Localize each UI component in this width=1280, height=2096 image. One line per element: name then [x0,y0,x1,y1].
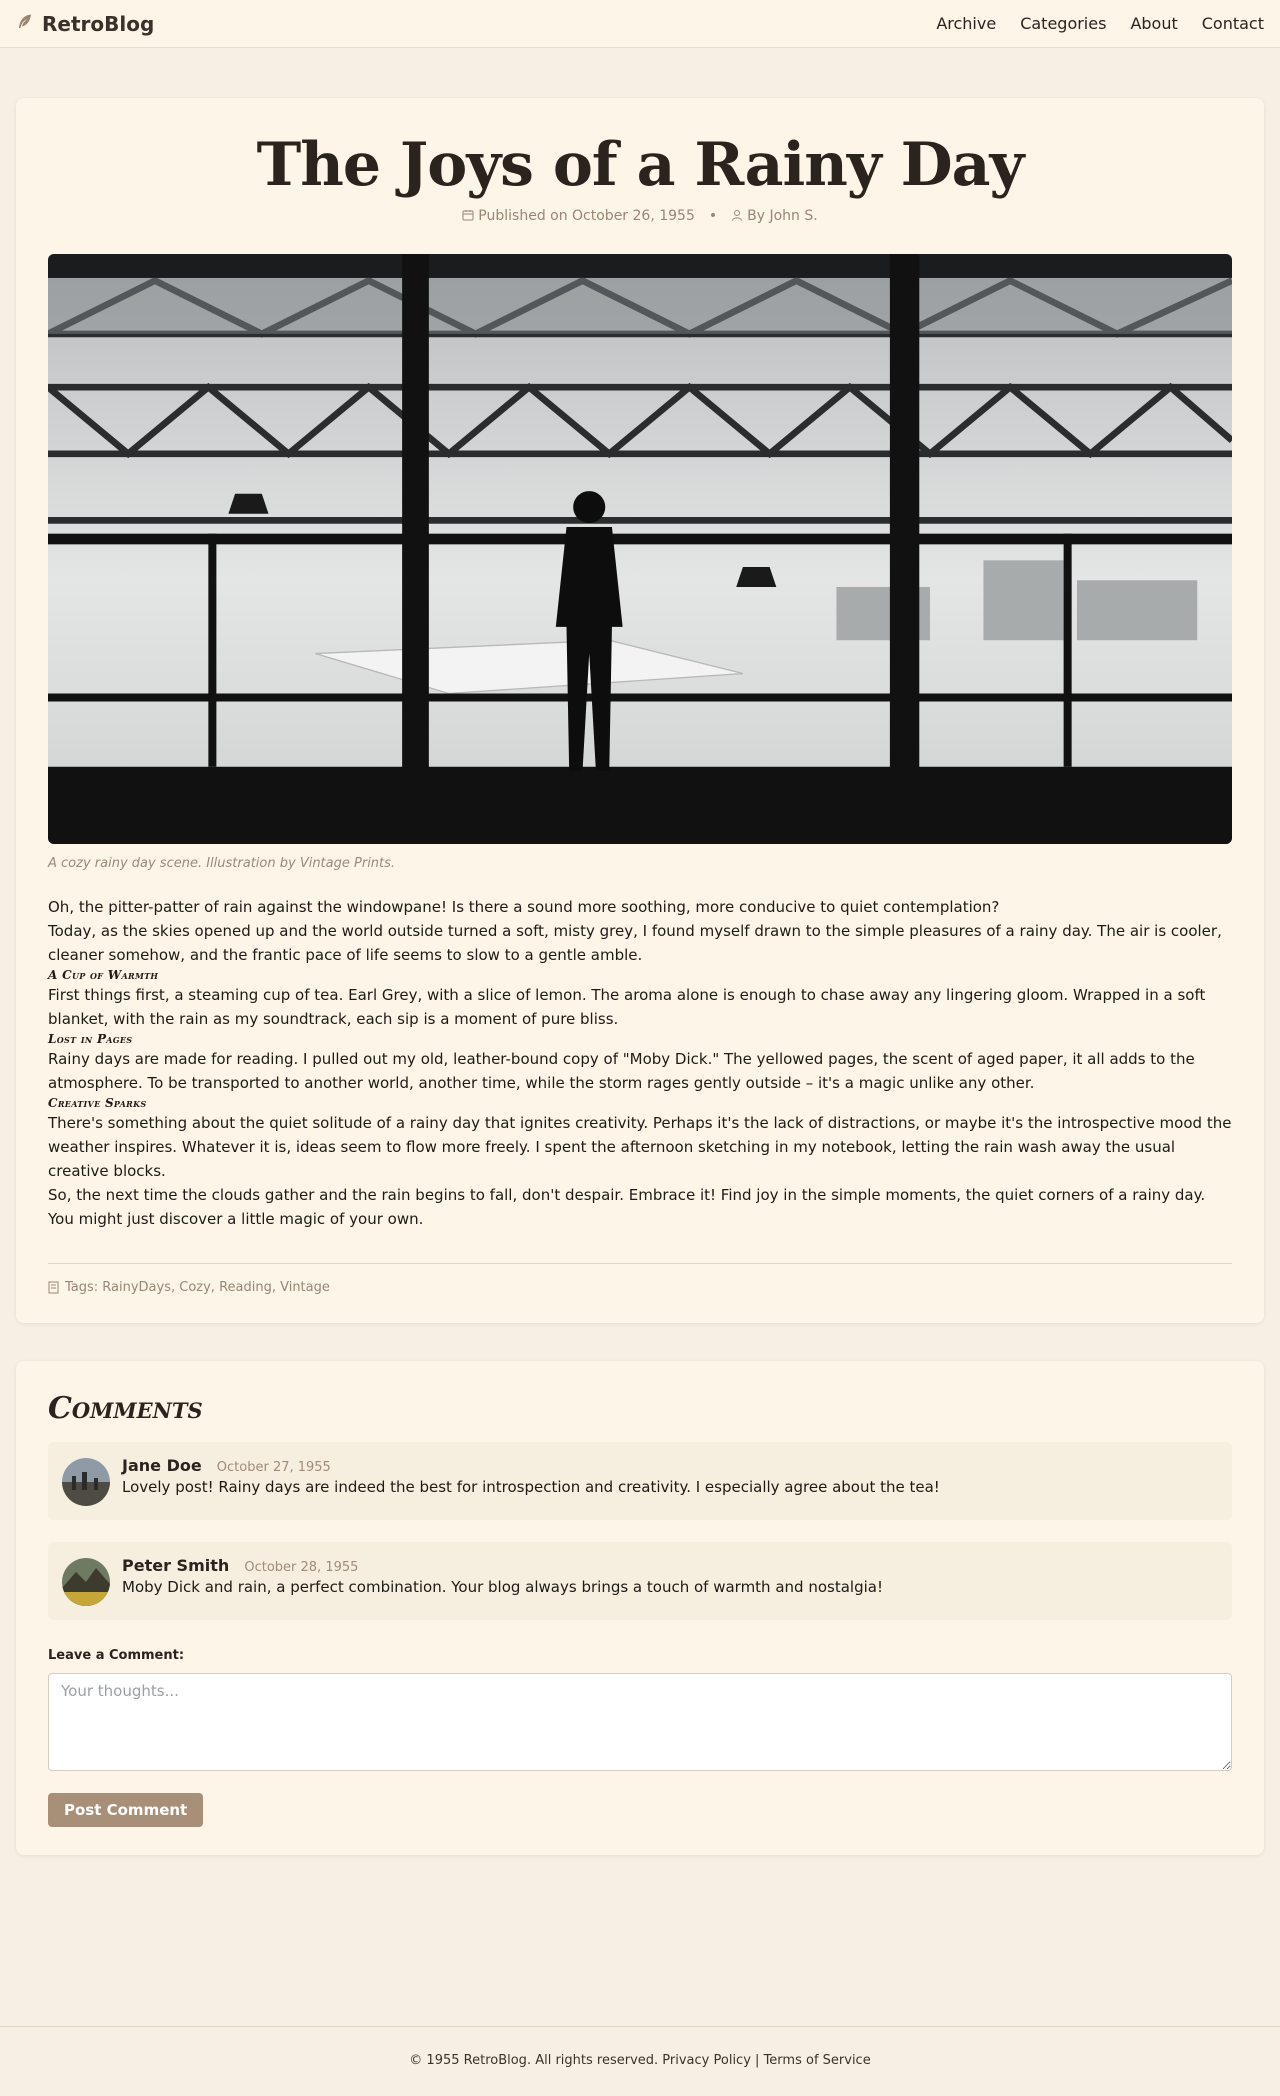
nav-contact[interactable]: Contact [1202,14,1264,33]
hero-image [48,254,1232,844]
avatar [62,1458,110,1506]
page-title: The Joys of a Rainy Day [256,130,1025,200]
comment-content: Jane Doe October 27, 1955 Lovely post! R… [122,1456,940,1496]
comment-input[interactable] [48,1673,1232,1771]
calendar-icon [462,210,474,221]
section-heading: Creative Sparks [48,1096,147,1110]
copyright: © 1955 RetroBlog. All rights reserved. [409,2053,659,2068]
tag-icon [48,1281,59,1294]
meta-separator: • [708,208,718,224]
comment-text: Moby Dick and rain, a perfect combinatio… [122,1578,883,1596]
comment-text: Lovely post! Rainy days are indeed the b… [122,1478,940,1496]
section-heading: A Cup of Warmth [48,968,159,982]
nav-categories[interactable]: Categories [1020,14,1106,33]
feather-icon [16,12,34,36]
author: By John S. [731,208,818,224]
paragraph: Oh, the pitter-patter of rain against th… [48,898,1000,916]
tags-text: Tags: RainyDays, Cozy, Reading, Vintage [65,1280,330,1295]
paragraph: There's something about the quiet solitu… [48,1114,1232,1180]
top-nav: RetroBlog Archive Categories About Conta… [0,0,1280,48]
comment-item: Jane Doe October 27, 1955 Lovely post! R… [48,1442,1232,1520]
comment-content: Peter Smith October 28, 1955 Moby Dick a… [122,1556,883,1596]
privacy-policy-link[interactable]: Privacy Policy [662,2053,751,2068]
article-body: Oh, the pitter-patter of rain against th… [48,895,1232,1231]
paragraph: Today, as the skies opened up and the wo… [48,922,1222,964]
comments-card: Comments Jane Doe October 27, 1955 Lovel… [16,1361,1264,1855]
brand[interactable]: RetroBlog [16,12,154,36]
terms-of-service-link[interactable]: Terms of Service [764,2053,871,2068]
publish-date: Published on October 26, 1955 [462,208,695,224]
divider [48,1263,1232,1264]
comment-author: Peter Smith [122,1556,230,1575]
paragraph: First things first, a steaming cup of te… [48,986,1206,1028]
brand-name: RetroBlog [42,11,155,36]
section-heading: Lost in Pages [48,1032,133,1046]
post-meta: Published on October 26, 1955 • By John … [48,208,1232,224]
post-comment-button[interactable]: Post Comment [48,1793,204,1827]
avatar [62,1558,110,1606]
paragraph: So, the next time the clouds gather and … [48,1186,1206,1228]
comment-author: Jane Doe [122,1456,202,1475]
comment-date: October 27, 1955 [216,1460,331,1475]
leave-comment-label: Leave a Comment: [48,1648,185,1663]
comments-title: Comments [48,1391,203,1426]
paragraph: Rainy days are made for reading. I pulle… [48,1050,1195,1092]
comment-date: October 28, 1955 [244,1560,359,1575]
image-caption: A cozy rainy day scene. Illustration by … [48,856,396,871]
user-icon [732,210,743,221]
nav-archive[interactable]: Archive [936,14,996,33]
article-card: The Joys of a Rainy Day Published on Oct… [16,98,1264,1323]
main-content: The Joys of a Rainy Day Published on Oct… [0,48,1280,1855]
tags: Tags: RainyDays, Cozy, Reading, Vintage [48,1280,1232,1295]
footer-divider: | [755,2053,760,2068]
nav-about[interactable]: About [1130,14,1177,33]
footer: © 1955 RetroBlog. All rights reserved. P… [0,2026,1280,2096]
nav-links: Archive Categories About Contact [936,14,1264,33]
comment-item: Peter Smith October 28, 1955 Moby Dick a… [48,1542,1232,1620]
